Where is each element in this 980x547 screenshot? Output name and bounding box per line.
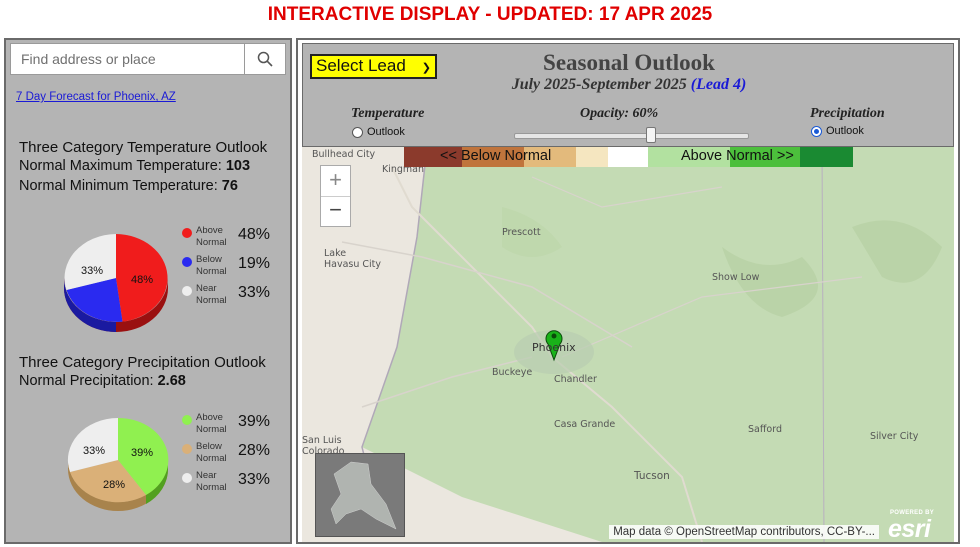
map-panel: Seasonal Outlook July 2025-September 202… <box>296 38 960 544</box>
category-legend: << Below Normal Above Normal >> <box>404 147 853 167</box>
overview-map[interactable] <box>315 453 405 537</box>
temp-legend-above: Above Normal 48% <box>182 225 292 255</box>
pie-label-near: 33% <box>83 445 105 457</box>
precip-legend-below: Below Normal 28% <box>182 441 292 471</box>
legend-dot <box>182 286 192 296</box>
place-label: Bullhead City <box>312 149 376 160</box>
temperature-label: Temperature <box>351 106 425 121</box>
forecast-link[interactable]: 7 Day Forecast for Phoenix, AZ <box>16 91 176 103</box>
legend-label: Near Normal <box>196 283 227 306</box>
outlook-shading <box>362 147 954 542</box>
legend-above-label: Above Normal >> <box>681 148 794 164</box>
control-bar: Seasonal Outlook July 2025-September 202… <box>302 43 954 147</box>
place-label: Buckeye <box>492 367 533 378</box>
legend-dot <box>182 228 192 238</box>
place-label: Casa Grande <box>554 419 616 430</box>
precip-legend-above: Above Normal 39% <box>182 412 292 442</box>
select-lead-label: Select Lead <box>316 56 406 75</box>
place-label: Safford <box>748 424 782 435</box>
legend-label: Below Normal <box>196 254 227 277</box>
place-label: Prescott <box>502 227 541 238</box>
legend-percent: 19% <box>238 255 271 272</box>
legend-percent: 33% <box>238 471 271 488</box>
overview-map-image <box>316 454 404 536</box>
map-view[interactable]: Bullhead City Kingman Prescott Lake Hava… <box>302 147 954 542</box>
chevron-down-icon: ❯ <box>421 62 431 74</box>
temperature-radio-label: Outlook <box>367 126 405 138</box>
temperature-outlook-title: Three Category Temperature Outlook <box>19 139 268 156</box>
opacity-slider-track[interactable] <box>514 133 749 139</box>
search-box <box>10 43 286 75</box>
precipitation-outlook-title: Three Category Precipitation Outlook <box>19 354 266 371</box>
normal-min-temp: Normal Minimum Temperature: 76 <box>19 178 238 194</box>
legend-percent: 48% <box>238 226 271 243</box>
legend-label: Near Normal <box>196 470 227 493</box>
place-label: Chandler <box>554 374 597 385</box>
info-panel: 7 Day Forecast for Phoenix, AZ Three Cat… <box>4 38 292 544</box>
place-label: Lake Havasu City <box>324 248 382 270</box>
legend-swatch <box>800 147 853 167</box>
legend-label: Below Normal <box>196 441 227 464</box>
temperature-pie-chart: 48% 33% <box>64 234 168 332</box>
temp-legend-below: Below Normal 19% <box>182 254 292 284</box>
pie-label-above: 39% <box>131 447 153 459</box>
legend-dot <box>182 415 192 425</box>
search-input[interactable] <box>11 44 243 74</box>
search-icon <box>257 51 273 67</box>
normal-max-temp: Normal Maximum Temperature: 103 <box>19 158 251 174</box>
zoom-out-button[interactable]: − <box>321 196 350 226</box>
legend-label: Above Normal <box>196 412 227 435</box>
legend-percent: 28% <box>238 442 271 459</box>
legend-dot <box>182 444 192 454</box>
precip-legend-near: Near Normal 33% <box>182 470 292 500</box>
esri-logo: POWERED BY esri <box>888 510 935 542</box>
legend-swatch <box>608 147 648 167</box>
temperature-outlook-radio[interactable] <box>352 127 363 138</box>
legend-label: Above Normal <box>196 225 227 248</box>
pie-label-near: 33% <box>81 265 103 277</box>
zoom-in-button[interactable]: + <box>321 166 350 197</box>
pie-label-below: 28% <box>103 479 125 491</box>
place-label: Silver City <box>870 431 919 442</box>
place-label: Tucson <box>634 470 670 482</box>
precipitation-pie-chart: 39% 28% 33% <box>67 417 169 511</box>
pie-label-above: 48% <box>131 274 153 286</box>
precipitation-label: Precipitation <box>810 106 885 121</box>
search-button[interactable] <box>244 44 285 74</box>
opacity-label: Opacity: 60% <box>580 106 659 121</box>
legend-below-label: << Below Normal <box>440 148 552 164</box>
precipitation-outlook-radio[interactable] <box>811 126 822 137</box>
legend-dot <box>182 473 192 483</box>
legend-dot <box>182 257 192 267</box>
zoom-control: + − <box>320 165 351 227</box>
legend-swatch <box>576 147 608 167</box>
legend-percent: 39% <box>238 413 271 430</box>
precipitation-radio-label: Outlook <box>826 125 864 137</box>
temp-legend-near: Near Normal 33% <box>182 283 292 313</box>
page-banner: INTERACTIVE DISPLAY - UPDATED: 17 APR 20… <box>267 4 713 25</box>
place-label: Phoenix <box>532 341 576 354</box>
select-lead-dropdown[interactable]: Select Lead ❯ <box>310 54 437 79</box>
normal-precipitation: Normal Precipitation: 2.68 <box>19 373 186 389</box>
opacity-slider-handle[interactable] <box>646 127 656 143</box>
map-attribution: Map data © OpenStreetMap contributors, C… <box>609 525 879 539</box>
legend-percent: 33% <box>238 284 271 301</box>
place-label: Show Low <box>712 272 760 283</box>
